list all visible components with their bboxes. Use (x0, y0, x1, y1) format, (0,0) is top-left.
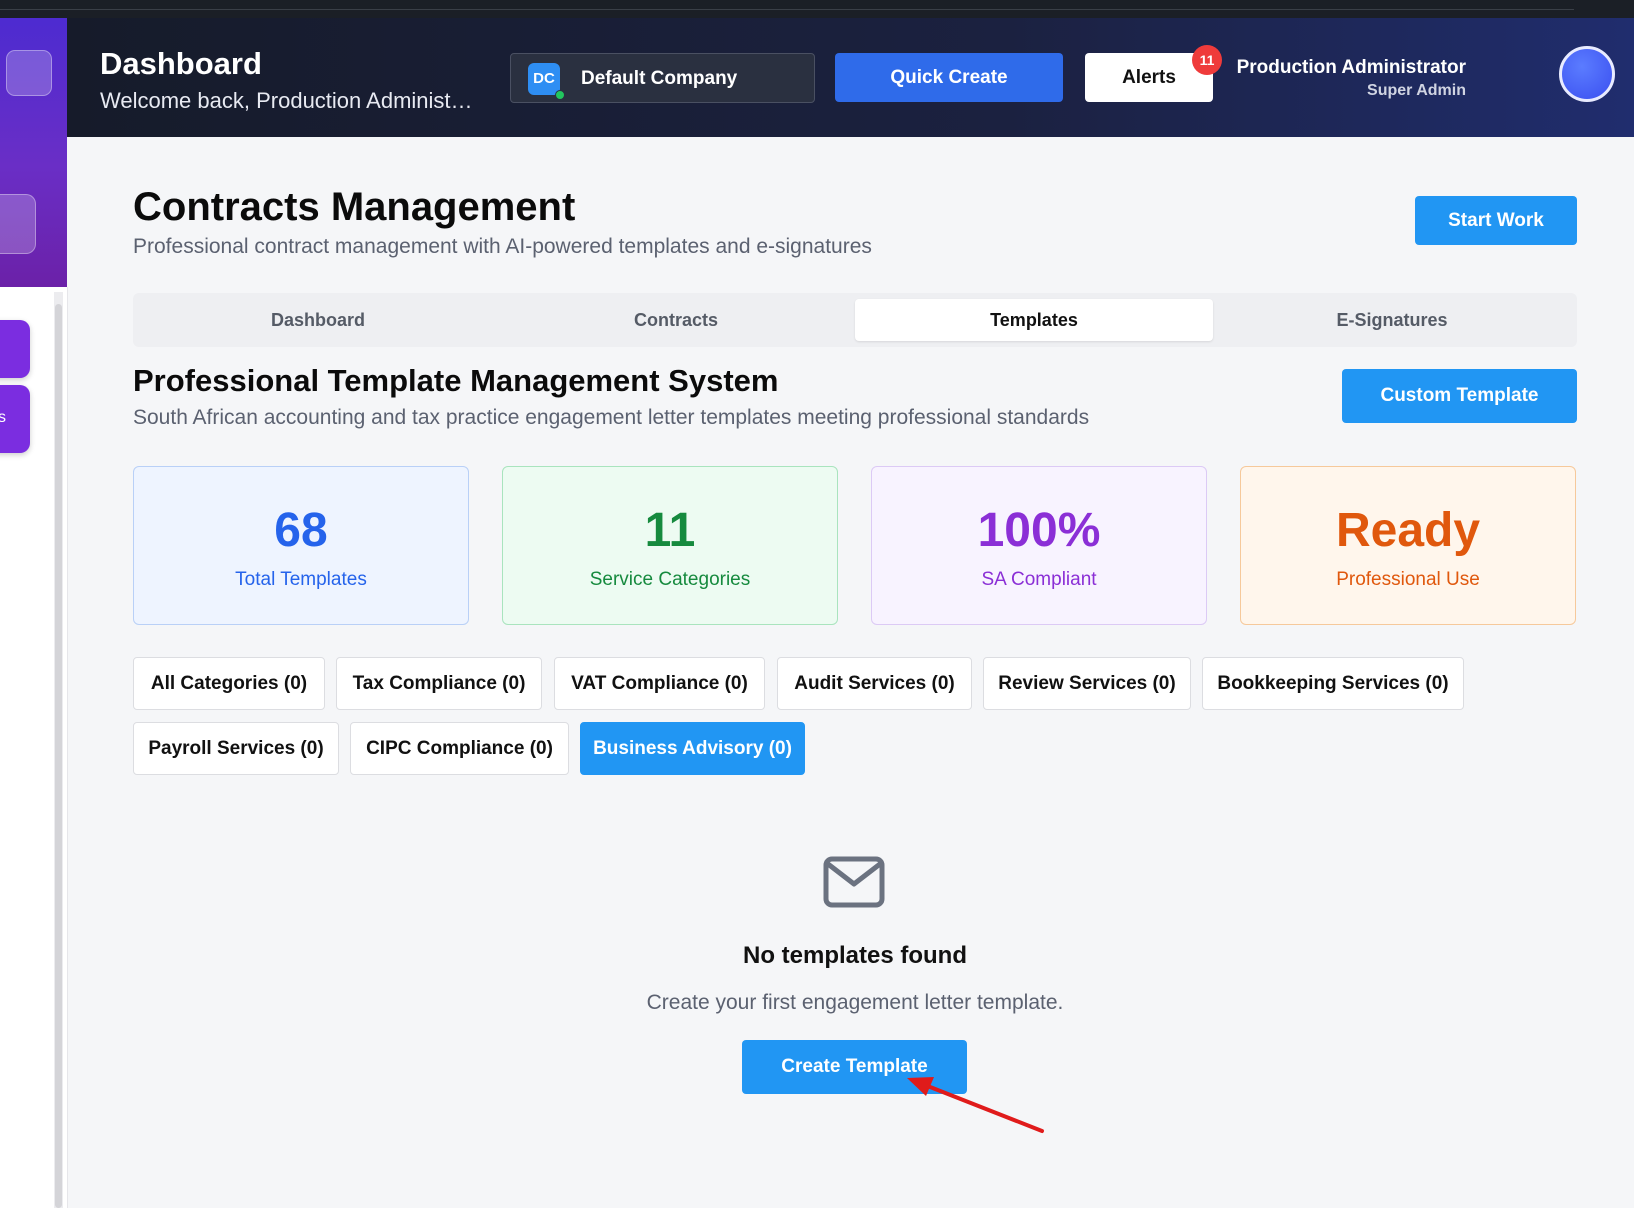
sidebar-nav-item[interactable] (0, 194, 36, 254)
category-filter-cipc-compliance[interactable]: CIPC Compliance (0) (350, 722, 569, 775)
company-selector[interactable]: DC Default Company (510, 53, 815, 103)
user-role: Super Admin (1367, 82, 1466, 99)
sidebar-item-label: s (0, 409, 6, 426)
sidebar-nav-item-active[interactable]: s (0, 385, 30, 453)
category-filter-vat-compliance[interactable]: VAT Compliance (0) (554, 657, 765, 710)
quick-create-button[interactable]: Quick Create (835, 53, 1063, 102)
start-work-button[interactable]: Start Work (1415, 196, 1577, 245)
page-subtitle: Professional contract management with AI… (133, 235, 872, 258)
category-filter-business-advisory[interactable]: Business Advisory (0) (580, 722, 805, 775)
sidebar-brand-panel (0, 18, 67, 287)
mail-icon (823, 856, 885, 908)
category-filter-review-services[interactable]: Review Services (0) (983, 657, 1191, 710)
tab-contracts[interactable]: Contracts (497, 299, 855, 341)
stat-label: Professional Use (1336, 569, 1480, 590)
section-title: Professional Template Management System (133, 363, 779, 398)
stat-card-professional-use: Ready Professional Use (1240, 466, 1576, 625)
alerts-count-badge: 11 (1192, 45, 1222, 75)
user-avatar[interactable] (1559, 46, 1615, 102)
stat-value: 100% (977, 504, 1101, 557)
scrollbar-thumb[interactable] (55, 304, 62, 1208)
stat-value: 11 (644, 504, 696, 557)
sidebar-nav-item[interactable] (0, 320, 30, 378)
stat-value: 68 (274, 504, 328, 557)
empty-state-subtitle: Create your first engagement letter temp… (646, 991, 1064, 1014)
page-title: Contracts Management (133, 185, 576, 229)
browser-top-strip (0, 0, 1634, 18)
stat-card-total-templates: 68 Total Templates (133, 466, 469, 625)
tab-e-signatures[interactable]: E-Signatures (1213, 299, 1571, 341)
category-filter-audit-services[interactable]: Audit Services (0) (777, 657, 972, 710)
section-subtitle: South African accounting and tax practic… (133, 406, 1090, 429)
contracts-tabs: Dashboard Contracts Templates E-Signatur… (133, 293, 1577, 347)
user-name: Production Administrator (1236, 57, 1466, 78)
stat-value: Ready (1335, 504, 1481, 557)
stat-card-sa-compliant: 100% SA Compliant (871, 466, 1207, 625)
category-filter-payroll-services[interactable]: Payroll Services (0) (133, 722, 339, 775)
empty-state-title: No templates found (742, 942, 967, 969)
sidebar-logo[interactable] (6, 50, 52, 96)
stat-label: Service Categories (589, 569, 751, 590)
welcome-text: Welcome back, Production Administra... (100, 88, 475, 113)
category-filter-bookkeeping-services[interactable]: Bookkeeping Services (0) (1202, 657, 1464, 710)
category-filter-tax-compliance[interactable]: Tax Compliance (0) (336, 657, 542, 710)
tab-templates[interactable]: Templates (855, 299, 1213, 341)
create-template-button[interactable]: Create Template (742, 1040, 967, 1094)
header-title: Dashboard (100, 46, 262, 81)
top-header: Dashboard Welcome back, Production Admin… (67, 18, 1634, 137)
stat-card-service-categories: 11 Service Categories (502, 466, 838, 625)
category-filter-all[interactable]: All Categories (0) (133, 657, 325, 710)
online-status-dot (555, 90, 565, 100)
stat-label: Total Templates (235, 569, 367, 590)
tab-dashboard[interactable]: Dashboard (139, 299, 497, 341)
custom-template-button[interactable]: Custom Template (1342, 369, 1577, 423)
company-avatar: DC (528, 63, 560, 95)
stat-label: SA Compliant (981, 569, 1097, 590)
company-name: Default Company (581, 68, 738, 89)
sidebar-scrollbar[interactable] (54, 292, 63, 1208)
